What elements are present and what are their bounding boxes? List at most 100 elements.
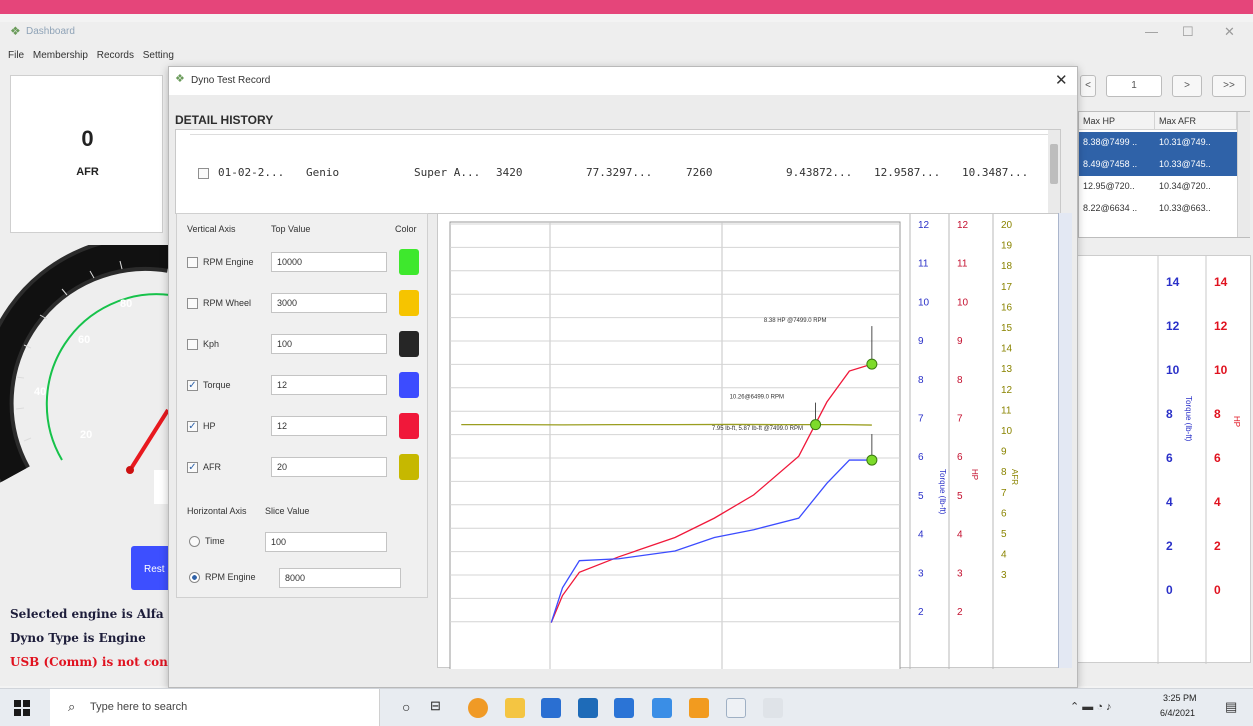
row-checkbox[interactable] bbox=[198, 168, 209, 179]
torque-tick-label: 12 bbox=[918, 220, 930, 231]
column-header-max-hp[interactable]: Max HP bbox=[1079, 112, 1155, 130]
hp-tick-label: 12 bbox=[957, 220, 969, 231]
horizontal-rpm-engine-label: RPM Engine bbox=[205, 572, 256, 582]
notification-icon[interactable]: ▤ bbox=[1225, 699, 1237, 715]
kph-top-value-input[interactable]: 100 bbox=[271, 334, 387, 354]
menu-file[interactable]: File bbox=[8, 50, 24, 61]
torque-color-swatch[interactable] bbox=[399, 372, 419, 398]
torque-tick-label: 11 bbox=[918, 259, 929, 270]
horizontal-rpm-engine-radio[interactable] bbox=[189, 572, 200, 583]
clock-time[interactable]: 3:25 PM bbox=[1163, 693, 1197, 703]
table-cell: 8.38@7499 .. bbox=[1083, 137, 1138, 147]
hp-max-marker[interactable] bbox=[866, 358, 878, 370]
maximize-button[interactable]: ☐ bbox=[1182, 24, 1194, 40]
history-table: 01-02-2... Genio Super A... 3420 77.3297… bbox=[175, 129, 1061, 214]
close-button[interactable]: ✕ bbox=[1224, 24, 1235, 40]
torque-max-marker[interactable] bbox=[866, 454, 878, 466]
column-header-max-afr[interactable]: Max AFR bbox=[1155, 112, 1237, 130]
tool-icon[interactable] bbox=[763, 698, 783, 718]
clock-date[interactable]: 6/4/2021 bbox=[1160, 708, 1195, 718]
torque-checkbox[interactable]: ✓ bbox=[187, 380, 198, 391]
security-icon[interactable] bbox=[614, 698, 634, 718]
pager-next-button[interactable]: > bbox=[1172, 75, 1202, 97]
office-icon[interactable] bbox=[689, 698, 709, 718]
kph-color-swatch[interactable] bbox=[399, 331, 419, 357]
afr-checkbox[interactable]: ✓ bbox=[187, 462, 198, 473]
pager-page-input[interactable]: 1 bbox=[1106, 75, 1162, 97]
hp-checkbox[interactable]: ✓ bbox=[187, 421, 198, 432]
file-explorer-icon[interactable] bbox=[505, 698, 525, 718]
pager-last-button[interactable]: >> bbox=[1212, 75, 1246, 97]
summary-hp-label: HP bbox=[1232, 416, 1241, 427]
rpm-wheel-color-swatch[interactable] bbox=[399, 290, 419, 316]
history-scrollbar[interactable] bbox=[1048, 130, 1060, 213]
table-cell: 10.33@745.. bbox=[1159, 159, 1211, 169]
menu-setting[interactable]: Setting bbox=[143, 50, 174, 61]
controls-header-top: Top Value bbox=[271, 224, 311, 234]
torque-axis-label: Torque (lb-ft) bbox=[938, 469, 947, 515]
torque-tick-label: 8 bbox=[918, 375, 924, 386]
afr-tick-label: 17 bbox=[1001, 282, 1013, 293]
gauge-tick-20: 20 bbox=[80, 429, 92, 441]
system-tray-icons[interactable]: ⌃ ▬ ◔ ♪ bbox=[1070, 700, 1112, 713]
hp-top-value-input[interactable]: 12 bbox=[271, 416, 387, 436]
gauge-tick-40: 40 bbox=[34, 386, 46, 398]
rpm-wheel-checkbox[interactable] bbox=[187, 298, 198, 309]
chart-scrollbar[interactable] bbox=[1058, 213, 1072, 668]
app-title: Dashboard bbox=[26, 26, 75, 37]
torque-tick-label: 9 bbox=[918, 336, 924, 347]
torque-tick-label: 6 bbox=[918, 452, 924, 463]
afr-axis-label: AFR bbox=[1010, 469, 1019, 485]
table-cell[interactable]: 10.33@663.. bbox=[1155, 198, 1235, 219]
annotation-label: 10.26@6499.0 RPM bbox=[730, 395, 784, 401]
menu-bar: File Membership Records Setting bbox=[8, 50, 180, 61]
summary-hp-tick: 8 bbox=[1214, 407, 1221, 421]
kph-checkbox[interactable] bbox=[187, 339, 198, 350]
torque-tick-label: 3 bbox=[918, 568, 924, 579]
search-placeholder: Type here to search bbox=[90, 701, 188, 713]
table-cell[interactable]: 12.95@720.. bbox=[1079, 176, 1155, 197]
browser-icon[interactable] bbox=[468, 698, 488, 718]
hp-color-swatch[interactable] bbox=[399, 413, 419, 439]
hp-tick-label: 7 bbox=[957, 414, 963, 425]
summary-torque-tick: 14 bbox=[1166, 275, 1180, 289]
task-view-icon[interactable]: ⊟ bbox=[430, 698, 441, 714]
kph-label: Kph bbox=[203, 339, 220, 349]
mail-icon[interactable] bbox=[578, 698, 598, 718]
hp-axis-label: HP bbox=[970, 469, 979, 480]
afr-top-value-input[interactable]: 20 bbox=[271, 457, 387, 477]
rpm-engine-color-swatch[interactable] bbox=[399, 249, 419, 275]
afr-max-marker[interactable] bbox=[810, 419, 822, 431]
taskbar-search-box[interactable]: ⌕ Type here to search bbox=[50, 689, 380, 726]
rpm-engine-checkbox[interactable] bbox=[187, 257, 198, 268]
hp-tick-label: 3 bbox=[957, 568, 963, 579]
rpm-wheel-top-value-input[interactable]: 3000 bbox=[271, 293, 387, 313]
horizontal-time-radio[interactable] bbox=[189, 536, 200, 547]
table-cell[interactable]: 8.22@6634 .. bbox=[1079, 198, 1155, 219]
afr-tick-label: 19 bbox=[1001, 241, 1013, 252]
app-icon-blue[interactable] bbox=[652, 698, 672, 718]
afr-tick-label: 11 bbox=[1001, 405, 1012, 416]
summary-hp-tick: 4 bbox=[1214, 495, 1221, 509]
minimize-button[interactable]: — bbox=[1145, 24, 1158, 39]
rpm-engine-label: RPM Engine bbox=[203, 257, 254, 267]
windows-start-icon[interactable] bbox=[14, 700, 30, 716]
pager-prev-button[interactable]: < bbox=[1080, 75, 1096, 97]
dyno-app-icon[interactable] bbox=[726, 698, 746, 718]
table-cell[interactable]: 10.34@720.. bbox=[1155, 176, 1235, 197]
store-icon[interactable] bbox=[541, 698, 561, 718]
menu-records[interactable]: Records bbox=[97, 50, 134, 61]
hp-tick-label: 6 bbox=[957, 452, 963, 463]
dyno-chart-panel: 12 11 10 9 8 7 6 5 4 3 2 Torque (lb-ft) 12 11 10 9 8 7 6 5 4… bbox=[437, 213, 1069, 678]
horizontal-time-slice-input[interactable]: 100 bbox=[265, 532, 387, 552]
menu-membership[interactable]: Membership bbox=[33, 50, 88, 61]
table-cell: 10.31@749.. bbox=[1159, 137, 1211, 147]
dialog-close-button[interactable]: ✕ bbox=[1055, 71, 1068, 89]
torque-top-value-input[interactable]: 12 bbox=[271, 375, 387, 395]
cortana-icon[interactable]: ○ bbox=[402, 699, 410, 715]
reset-button[interactable]: Rest bbox=[131, 546, 171, 590]
rpm-engine-top-value-input[interactable]: 10000 bbox=[271, 252, 387, 272]
afr-color-swatch[interactable] bbox=[399, 454, 419, 480]
horizontal-rpm-engine-slice-input[interactable]: 8000 bbox=[279, 568, 401, 588]
table-scrollbar[interactable] bbox=[1237, 112, 1250, 237]
